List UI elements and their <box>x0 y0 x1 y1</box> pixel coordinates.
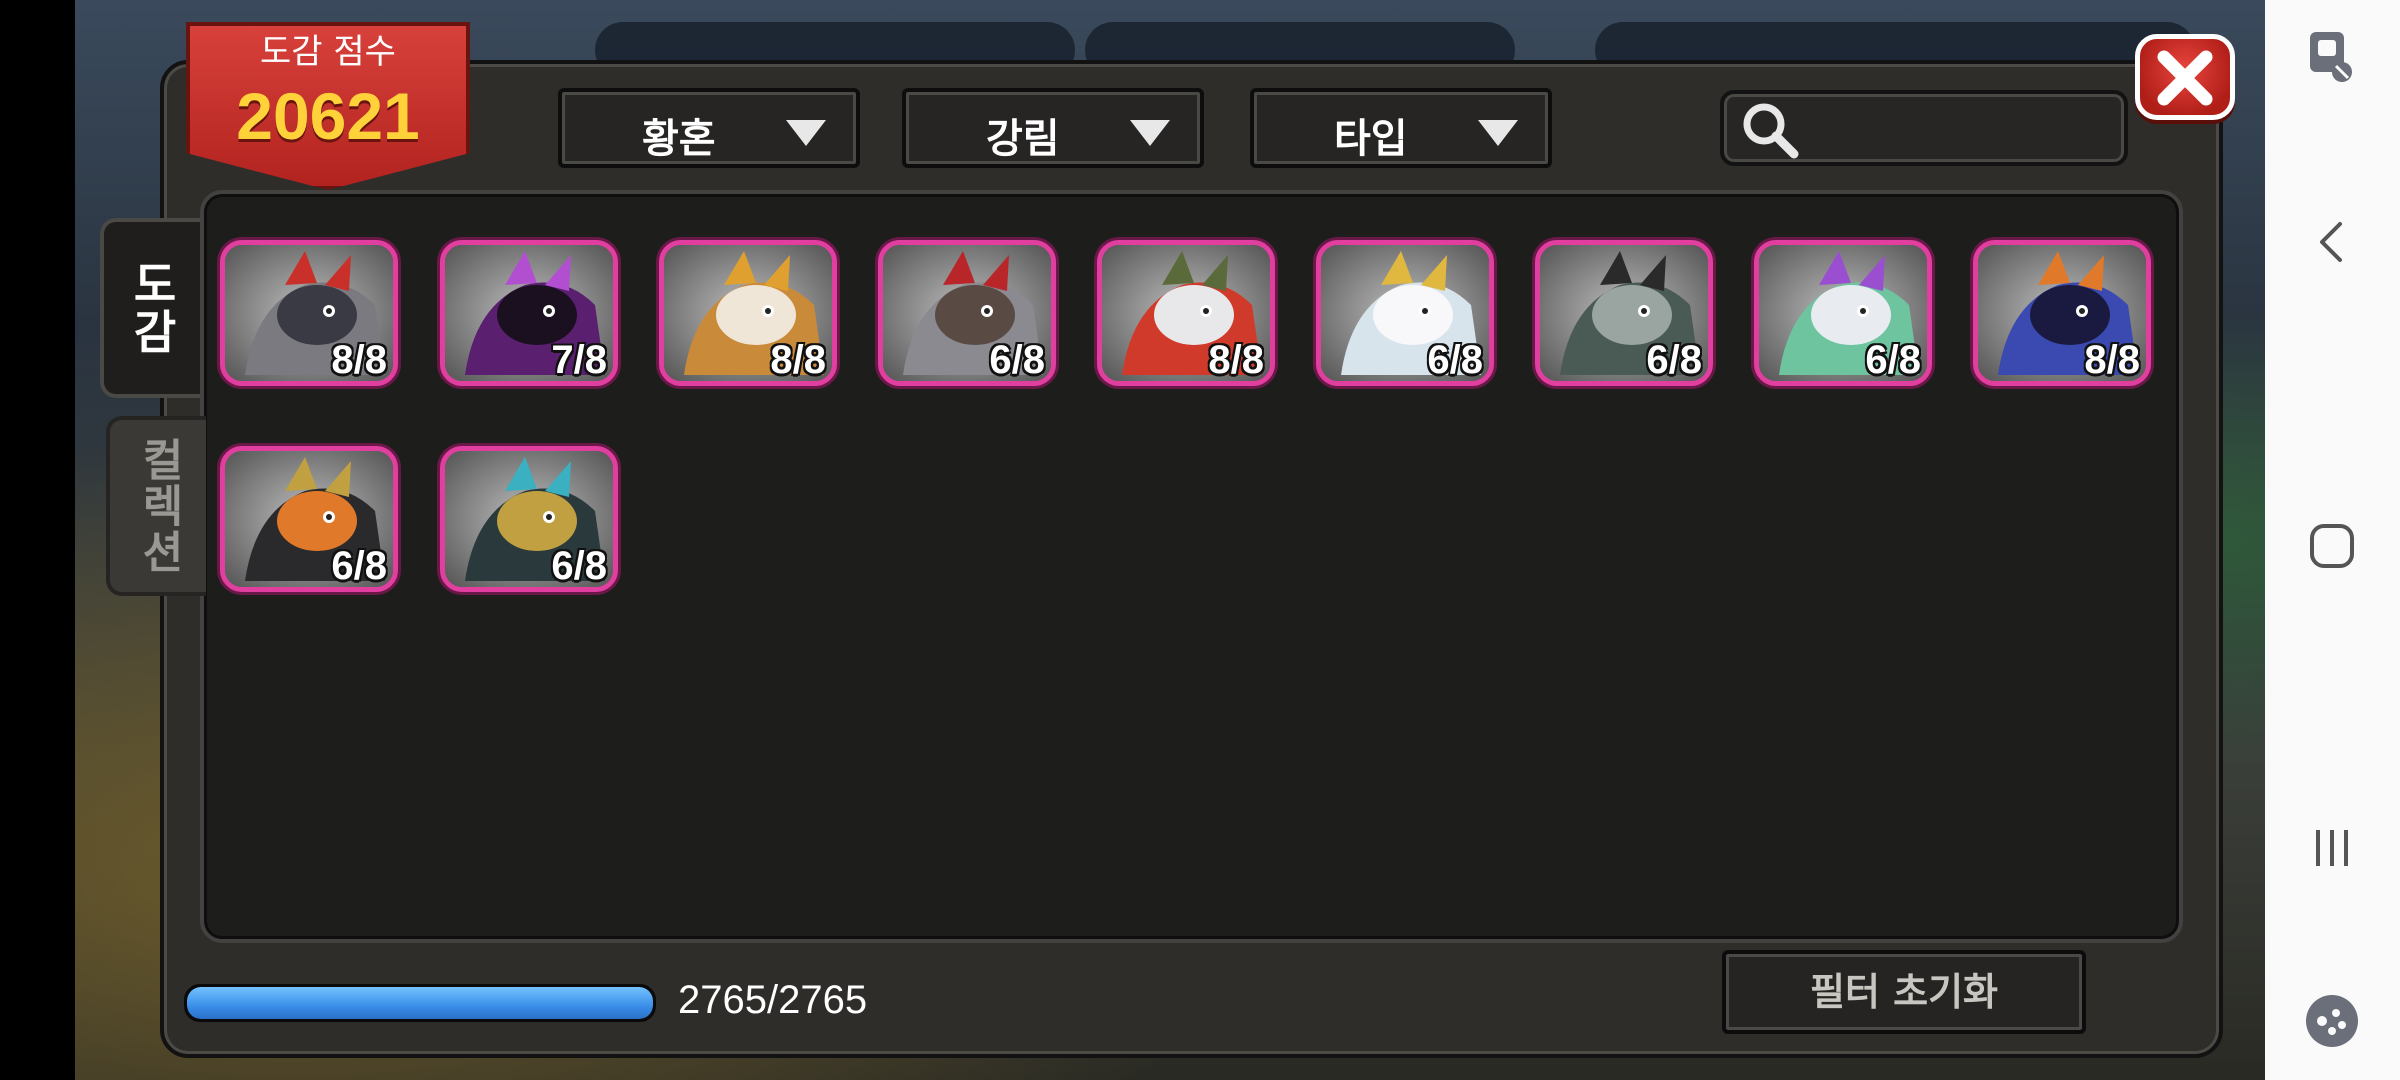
score-value: 20621 <box>236 79 420 153</box>
creature-card[interactable]: 8/8 <box>220 240 398 386</box>
game-tools-icon[interactable] <box>2296 985 2368 1057</box>
filter-dropdown-2[interactable]: 강림 <box>902 88 1204 168</box>
filter-label: 강림 <box>986 116 1060 162</box>
back-icon[interactable] <box>2296 206 2368 278</box>
card-count: 6/8 <box>989 338 1045 382</box>
creature-card[interactable]: 8/8 <box>1097 240 1275 386</box>
close-icon <box>2157 50 2213 106</box>
score-label: 도감 점수 <box>260 32 396 72</box>
creature-card[interactable]: 6/8 <box>1754 240 1932 386</box>
dropdown-arrow-icon <box>1478 120 1518 146</box>
card-count: 6/8 <box>1427 338 1483 382</box>
card-count: 8/8 <box>1208 338 1264 382</box>
creature-card[interactable]: 6/8 <box>220 446 398 592</box>
filter-label: 타입 <box>1334 116 1408 162</box>
creature-card[interactable]: 7/8 <box>440 240 618 386</box>
progress-bar <box>184 984 656 1022</box>
card-count: 8/8 <box>331 338 387 382</box>
filter-label: 황혼 <box>642 116 716 162</box>
progress-fill <box>187 987 653 1019</box>
tab-label: 도감 <box>125 260 179 356</box>
card-count: 6/8 <box>331 544 387 588</box>
card-count: 8/8 <box>770 338 826 382</box>
card-count: 8/8 <box>2084 338 2140 382</box>
tab-collection[interactable]: 컬렉션 <box>106 416 206 596</box>
creature-card[interactable]: 6/8 <box>1316 240 1494 386</box>
creature-card[interactable]: 6/8 <box>440 446 618 592</box>
creature-card[interactable]: 6/8 <box>878 240 1056 386</box>
progress-text: 2765/2765 <box>678 978 868 1022</box>
close-button[interactable] <box>2135 34 2235 120</box>
search-icon <box>1743 103 1799 159</box>
home-icon[interactable] <box>2296 510 2368 582</box>
card-count: 7/8 <box>551 338 607 382</box>
creature-card[interactable]: 6/8 <box>1535 240 1713 386</box>
tab-dogam[interactable]: 도감 <box>100 218 200 398</box>
touch-lock-icon[interactable] <box>2296 22 2368 94</box>
recents-icon[interactable] <box>2296 812 2368 884</box>
creature-card[interactable]: 8/8 <box>659 240 837 386</box>
reset-filter-button[interactable]: 필터 초기화 <box>1722 950 2086 1034</box>
dropdown-arrow-icon <box>786 120 826 146</box>
card-count: 6/8 <box>1865 338 1921 382</box>
filter-dropdown-1[interactable]: 황혼 <box>558 88 860 168</box>
card-count: 6/8 <box>1646 338 1702 382</box>
tab-label: 컬렉션 <box>133 437 184 575</box>
creature-card[interactable]: 8/8 <box>1973 240 2151 386</box>
filter-dropdown-3[interactable]: 타입 <box>1250 88 1552 168</box>
card-count: 6/8 <box>551 544 607 588</box>
dropdown-arrow-icon <box>1130 120 1170 146</box>
